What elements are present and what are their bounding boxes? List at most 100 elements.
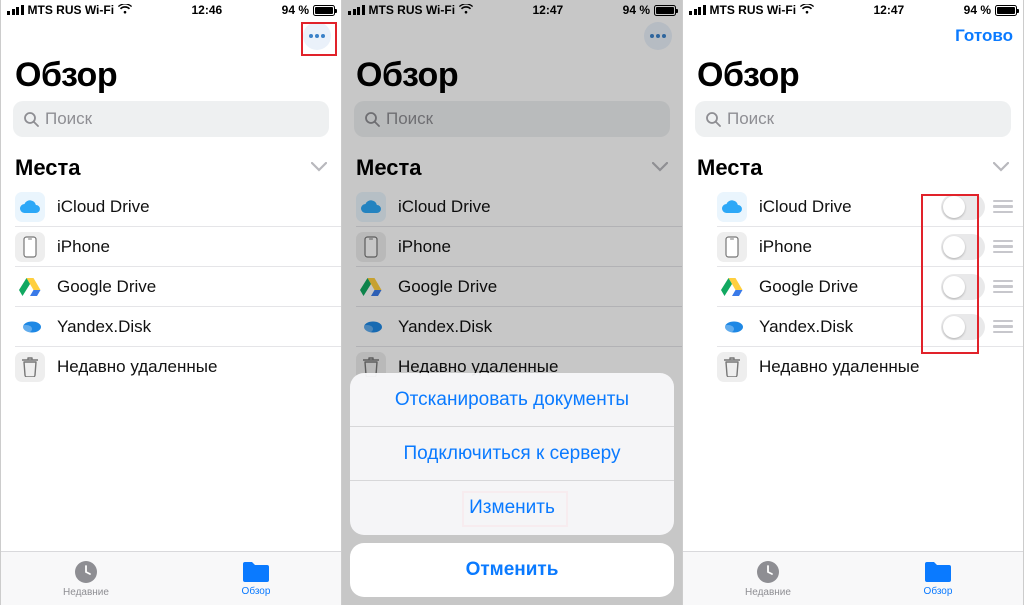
yandex-disk-icon	[356, 312, 386, 342]
screen-2: MTS RUS Wi-Fi 12:47 94 % Обзор Поиск Мес…	[342, 0, 683, 605]
tab-recent[interactable]: Недавние	[1, 552, 171, 605]
row-label: iPhone	[57, 237, 331, 257]
tab-bar: Недавние Обзор	[1, 551, 341, 605]
row-gdrive[interactable]: Google Drive	[15, 267, 341, 307]
yandex-disk-icon	[717, 312, 747, 342]
page-title: Обзор	[342, 52, 682, 101]
section-label: Места	[15, 155, 81, 181]
action-edit[interactable]: Изменить	[350, 481, 674, 535]
section-label: Места	[356, 155, 422, 181]
drag-handle-icon[interactable]	[993, 280, 1013, 294]
chevron-down-icon[interactable]	[652, 159, 668, 177]
status-bar: MTS RUS Wi-Fi 12:46 94 %	[1, 0, 341, 20]
row-label: Google Drive	[57, 277, 331, 297]
carrier-label: MTS RUS Wi-Fi	[369, 3, 456, 17]
yandex-disk-icon	[15, 312, 45, 342]
search-input[interactable]: Поиск	[13, 101, 329, 137]
search-input[interactable]: Поиск	[354, 101, 670, 137]
tab-bar: Недавние Обзор	[683, 551, 1023, 605]
search-placeholder: Поиск	[727, 109, 774, 129]
chevron-down-icon[interactable]	[311, 159, 327, 177]
drag-handle-icon[interactable]	[993, 200, 1013, 214]
action-connect[interactable]: Подключиться к серверу	[350, 427, 674, 481]
more-button[interactable]	[644, 22, 672, 50]
folder-icon	[241, 560, 271, 584]
row-iphone[interactable]: iPhone	[356, 227, 682, 267]
chevron-down-icon[interactable]	[993, 159, 1009, 177]
drag-handle-icon[interactable]	[993, 240, 1013, 254]
row-label: Google Drive	[398, 277, 672, 297]
done-button[interactable]: Готово	[955, 26, 1013, 46]
status-bar: MTS RUS Wi-Fi 12:47 94 %	[683, 0, 1023, 20]
tab-label: Обзор	[242, 586, 271, 597]
row-trash[interactable]: Недавно удаленные	[717, 347, 1023, 387]
cloud-icon	[356, 192, 386, 222]
row-yandex[interactable]: Yandex.Disk	[717, 307, 1023, 347]
clock-icon	[73, 559, 99, 585]
tab-label: Недавние	[63, 587, 109, 598]
row-label: Yandex.Disk	[398, 317, 672, 337]
row-yandex[interactable]: Yandex.Disk	[356, 307, 682, 347]
drag-handle-icon[interactable]	[993, 320, 1013, 334]
row-yandex[interactable]: Yandex.Disk	[15, 307, 341, 347]
folder-icon	[923, 560, 953, 584]
phone-icon	[717, 232, 747, 262]
battery-pct: 94 %	[964, 3, 991, 17]
gdrive-icon	[356, 272, 386, 302]
page-title: Обзор	[1, 52, 341, 101]
cloud-icon	[717, 192, 747, 222]
search-icon	[364, 111, 380, 127]
cloud-icon	[15, 192, 45, 222]
toggle-yandex[interactable]	[941, 314, 985, 340]
search-placeholder: Поиск	[386, 109, 433, 129]
search-icon	[705, 111, 721, 127]
wifi-icon	[459, 3, 473, 17]
row-iphone[interactable]: iPhone	[15, 227, 341, 267]
screen-3: MTS RUS Wi-Fi 12:47 94 % Готово Обзор По…	[683, 0, 1024, 605]
section-label: Места	[697, 155, 763, 181]
row-label: iPhone	[759, 237, 941, 257]
row-gdrive[interactable]: Google Drive	[356, 267, 682, 307]
row-gdrive[interactable]: Google Drive	[717, 267, 1023, 307]
status-time: 12:47	[533, 3, 564, 17]
trash-icon	[717, 352, 747, 382]
row-label: iCloud Drive	[398, 197, 672, 217]
tab-recent[interactable]: Недавние	[683, 552, 853, 605]
row-icloud[interactable]: iCloud Drive	[15, 187, 341, 227]
row-label: Yandex.Disk	[57, 317, 331, 337]
row-icloud[interactable]: iCloud Drive	[717, 187, 1023, 227]
gdrive-icon	[717, 272, 747, 302]
signal-bars-icon	[689, 5, 706, 15]
carrier-label: MTS RUS Wi-Fi	[710, 3, 797, 17]
battery-pct: 94 %	[282, 3, 309, 17]
tab-label: Недавние	[745, 587, 791, 598]
row-icloud[interactable]: iCloud Drive	[356, 187, 682, 227]
row-label: Google Drive	[759, 277, 941, 297]
gdrive-icon	[15, 272, 45, 302]
toggle-icloud[interactable]	[941, 194, 985, 220]
signal-bars-icon	[348, 5, 365, 15]
status-time: 12:46	[192, 3, 223, 17]
page-title: Обзор	[683, 52, 1023, 101]
toggle-gdrive[interactable]	[941, 274, 985, 300]
more-button[interactable]	[303, 22, 331, 50]
search-placeholder: Поиск	[45, 109, 92, 129]
action-sheet: Отсканировать документы Подключиться к с…	[350, 373, 674, 597]
tab-browse[interactable]: Обзор	[171, 552, 341, 605]
toggle-iphone[interactable]	[941, 234, 985, 260]
action-scan[interactable]: Отсканировать документы	[350, 373, 674, 427]
carrier-label: MTS RUS Wi-Fi	[28, 3, 115, 17]
phone-icon	[356, 232, 386, 262]
row-iphone[interactable]: iPhone	[717, 227, 1023, 267]
row-label: Yandex.Disk	[759, 317, 941, 337]
row-trash[interactable]: Недавно удаленные	[15, 347, 341, 387]
battery-icon	[654, 5, 676, 16]
action-cancel[interactable]: Отменить	[350, 543, 674, 597]
search-input[interactable]: Поиск	[695, 101, 1011, 137]
trash-icon	[15, 352, 45, 382]
status-time: 12:47	[874, 3, 905, 17]
tab-browse[interactable]: Обзор	[853, 552, 1023, 605]
signal-bars-icon	[7, 5, 24, 15]
row-label: iCloud Drive	[57, 197, 331, 217]
clock-icon	[755, 559, 781, 585]
